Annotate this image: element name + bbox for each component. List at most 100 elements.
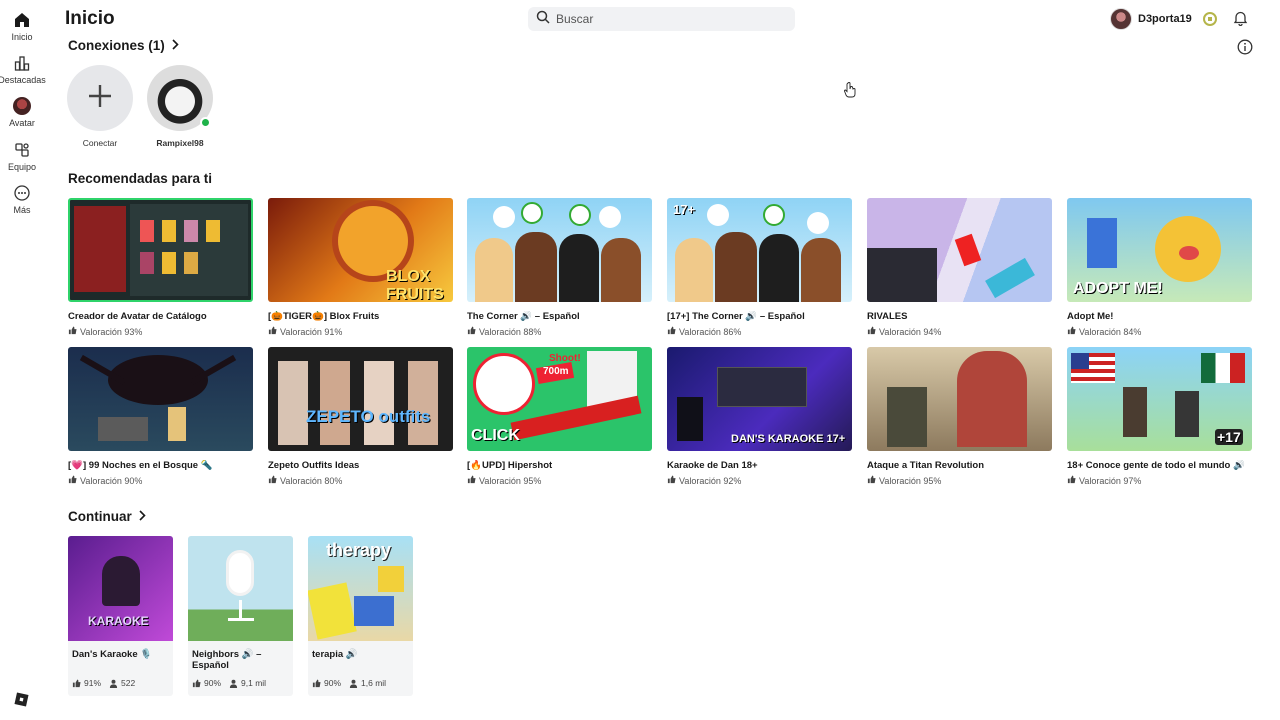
thumbnail-text: ADOPT ME! [1073,280,1163,297]
game-tile[interactable]: ADOPT ME! Adopt Me! Valoración 84% [1067,198,1252,337]
add-connection-circle[interactable] [67,65,133,131]
chart-icon [13,54,31,72]
connect-button[interactable]: Conectar [67,65,133,148]
game-title: Zepeto Outfits Ideas [268,460,360,471]
game-tile[interactable]: [💗] 99 Noches en el Bosque 🔦 Valoración … [68,347,253,486]
sidebar-item-label: Inicio [11,32,33,42]
game-tile[interactable]: Ataque a Titan Revolution Valoración 95% [867,347,1052,486]
thumbnail-text: 700m [543,366,569,377]
thumbnail-text: CLICK [471,427,520,444]
thumbs-up-icon [1067,326,1076,337]
search-input[interactable] [556,12,776,26]
game-tile[interactable]: 700m Shoot! CLICK [🔥UPD] Hipershot Valor… [467,347,652,486]
username[interactable]: D3porta19 [1138,13,1192,25]
game-thumbnail [68,198,253,302]
game-thumbnail [188,536,293,641]
thumbnail-text: ZEPETO outfits [306,407,431,426]
game-rating: Valoración 92% [667,475,852,486]
home-icon [13,11,31,29]
sidebar-item-label: Avatar [9,118,35,128]
thumbs-up-icon [467,475,476,486]
connection-friend[interactable]: Rampixel98 [147,65,213,148]
game-tile[interactable]: The Corner 🔊 – Español Valoración 88% [467,198,652,337]
plus-icon [87,83,113,114]
game-title: The Corner 🔊 – Español [467,311,580,322]
game-thumbnail [68,347,253,451]
game-rating: Valoración 97% [1067,475,1252,486]
game-tile[interactable]: RIVALES Valoración 94% [867,198,1052,337]
game-thumbnail: DAN'S KARAOKE 17+ [667,347,852,451]
sidebar-item-avatar[interactable]: Avatar [0,97,44,128]
info-icon[interactable] [1237,39,1253,60]
thumbs-up-icon [192,678,201,688]
continue-game-tile[interactable]: KARAOKE Dan's Karaoke 🎙️ 91% 522 [68,536,173,696]
friend-avatar[interactable] [147,65,213,131]
continue-game-tile[interactable]: Neighbors 🔊 – Español 90% 9,1 mil [188,536,293,696]
game-rating: Valoración 84% [1067,326,1252,337]
game-rating: Valoración 91% [268,326,453,337]
thumbs-up-icon [312,678,321,688]
continue-header[interactable]: Continuar [68,509,146,524]
game-tile[interactable]: DAN'S KARAOKE 17+ Karaoke de Dan 18+ Val… [667,347,852,486]
sidebar-item-equipo[interactable]: Equipo [0,141,44,172]
game-rating: Valoración 93% [68,326,253,337]
game-thumbnail: 17+ [667,198,852,302]
game-thumbnail: BLOX FRUITS [268,198,453,302]
game-rating: Valoración 94% [867,326,1052,337]
thumbs-up-icon [68,326,77,337]
thumbnail-text: Shoot! [549,353,581,364]
players-icon [229,679,238,688]
chevron-right-icon [171,38,179,53]
game-title: [17+] The Corner 🔊 – Español [667,311,805,322]
search-icon [536,10,550,29]
thumbnail-text: BLOX FRUITS [386,268,444,302]
game-stats: 90% 1,6 mil [312,678,386,688]
game-rating: Valoración 95% [867,475,1052,486]
roblox-logo-icon[interactable] [14,692,29,712]
game-tile[interactable]: Creador de Avatar de Catálogo Valoración… [68,198,253,337]
team-icon [13,141,31,159]
game-title: Dan's Karaoke 🎙️ [72,649,153,660]
game-tile[interactable]: ZEPETO outfits Zepeto Outfits Ideas Valo… [268,347,453,486]
game-rating: Valoración 86% [667,326,852,337]
continue-game-tile[interactable]: therapy terapia 🔊 90% 1,6 mil [308,536,413,696]
more-icon [13,184,31,202]
game-thumbnail [467,198,652,302]
game-tile[interactable]: 17+ [17+] The Corner 🔊 – Español Valorac… [667,198,852,337]
user-avatar[interactable] [1110,8,1132,30]
game-tile[interactable]: +17 18+ Conoce gente de todo el mundo 🔊 … [1067,347,1252,486]
game-title: RIVALES [867,311,908,322]
thumbs-up-icon [867,475,876,486]
thumbs-up-icon [667,326,676,337]
game-tile[interactable]: BLOX FRUITS [🎃TIGER🎃] Blox Fruits Valora… [268,198,453,337]
notifications-bell-icon[interactable] [1233,10,1248,31]
user-menu[interactable]: D3porta19 [1110,7,1217,31]
connections-header[interactable]: Conexiones (1) [68,38,179,53]
game-rating: Valoración 88% [467,326,652,337]
thumbs-up-icon [667,475,676,486]
game-thumbnail: therapy [308,536,413,641]
robux-icon[interactable] [1202,12,1217,26]
sidebar-item-home[interactable]: Inicio [0,11,44,42]
sidebar-item-destacadas[interactable]: Destacadas [0,54,46,85]
game-stats: 90% 9,1 mil [192,678,266,688]
game-title: 18+ Conoce gente de todo el mundo 🔊 [1067,460,1245,471]
game-title: Creador de Avatar de Catálogo [68,311,207,322]
connection-name: Conectar [82,138,118,148]
game-title: [💗] 99 Noches en el Bosque 🔦 [68,460,213,471]
game-title: [🔥UPD] Hipershot [467,460,553,471]
game-thumbnail: +17 [1067,347,1252,451]
sidebar-item-mas[interactable]: Más [0,184,44,215]
thumbnail-text: therapy [326,540,392,560]
thumbs-up-icon [467,326,476,337]
sidebar-nav: Inicio Destacadas Avatar Equipo Más [0,0,46,720]
chevron-right-icon [138,509,146,524]
avatar-icon [13,97,31,115]
search-bar[interactable] [528,7,795,31]
game-rating: Valoración 90% [68,475,253,486]
section-title: Recomendadas para ti [68,171,213,186]
page-title: Inicio [65,8,115,29]
game-thumbnail: 700m Shoot! CLICK [467,347,652,451]
section-title: Continuar [68,509,132,524]
game-title: [🎃TIGER🎃] Blox Fruits [268,311,380,322]
